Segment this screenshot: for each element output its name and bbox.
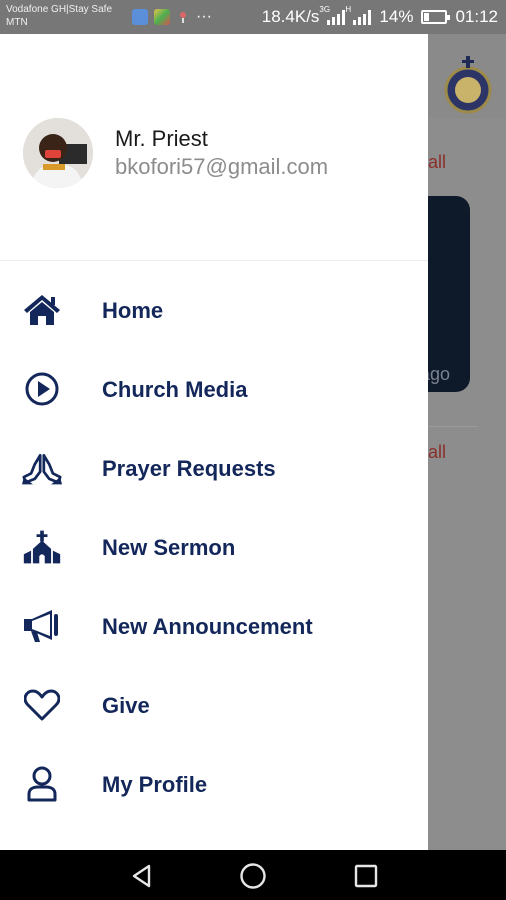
menu-item-church-media[interactable]: Church Media: [0, 359, 428, 419]
menu-item-give[interactable]: Give: [0, 675, 428, 735]
carrier-line-1: Vodafone GH|Stay Safe: [6, 4, 113, 15]
notification-icons: ···: [132, 8, 212, 26]
menu-item-home[interactable]: Home: [0, 280, 428, 340]
heart-icon: [22, 685, 62, 725]
battery-percent: 14%: [379, 7, 414, 26]
menu-item-label: Church Media: [102, 377, 248, 402]
signal-3g-icon: 3G: [319, 5, 346, 25]
menu-item-label: Give: [102, 693, 150, 718]
avatar[interactable]: [23, 118, 93, 188]
net-type-2: H: [345, 5, 352, 14]
back-triangle-icon: [132, 864, 151, 888]
more-notifications-icon: ···: [196, 8, 212, 25]
recents-button[interactable]: [350, 860, 382, 892]
battery-icon: [421, 10, 451, 24]
megaphone-icon: [22, 606, 62, 646]
app-notification-icon: [132, 9, 148, 25]
menu-item-prayer-requests[interactable]: Prayer Requests: [0, 438, 428, 498]
clock: 01:12: [455, 7, 498, 26]
navigation-drawer: Mr. Priest bkofori57@gmail.com Home Chur…: [0, 34, 428, 850]
user-icon: [22, 764, 62, 804]
back-button[interactable]: [126, 860, 158, 892]
home-nav-button[interactable]: [237, 860, 269, 892]
menu-item-my-profile[interactable]: My Profile: [0, 754, 428, 814]
recents-square-icon: [354, 864, 378, 888]
menu-item-new-sermon[interactable]: New Sermon: [0, 517, 428, 577]
gallery-notification-icon: [154, 9, 170, 25]
play-circle-icon: [22, 369, 62, 409]
status-bar: Vodafone GH|Stay Safe MTN ··· 18.4K/s 3G…: [0, 0, 506, 34]
menu-item-label: New Sermon: [102, 535, 236, 560]
menu-item-label: Prayer Requests: [102, 456, 276, 481]
carrier-info: Vodafone GH|Stay Safe MTN: [6, 3, 112, 29]
status-indicators: 18.4K/s 3G H 14% 01:12: [261, 5, 498, 27]
net-speed: 18.4K/s: [261, 7, 320, 26]
church-icon: [22, 527, 62, 567]
menu-item-label: New Announcement: [102, 614, 313, 639]
church-logo-icon: [444, 56, 492, 114]
carrier-line-2: MTN: [6, 17, 28, 28]
signal-h-icon: H: [345, 5, 372, 25]
net-type-1: 3G: [319, 5, 331, 14]
menu-item-new-announcement[interactable]: New Announcement: [0, 596, 428, 656]
menu-item-label: My Profile: [102, 772, 208, 797]
drawer-profile-header[interactable]: Mr. Priest bkofori57@gmail.com: [0, 34, 428, 261]
user-name: Mr. Priest: [115, 126, 208, 151]
home-icon: [22, 290, 62, 330]
user-email: bkofori57@gmail.com: [115, 154, 329, 179]
system-navigation-bar: [0, 850, 506, 900]
menu-item-label: Home: [102, 298, 164, 323]
praying-hands-icon: [22, 448, 62, 488]
location-notification-icon: [176, 10, 190, 24]
background-divider: [428, 426, 478, 427]
home-circle-icon: [240, 863, 266, 889]
